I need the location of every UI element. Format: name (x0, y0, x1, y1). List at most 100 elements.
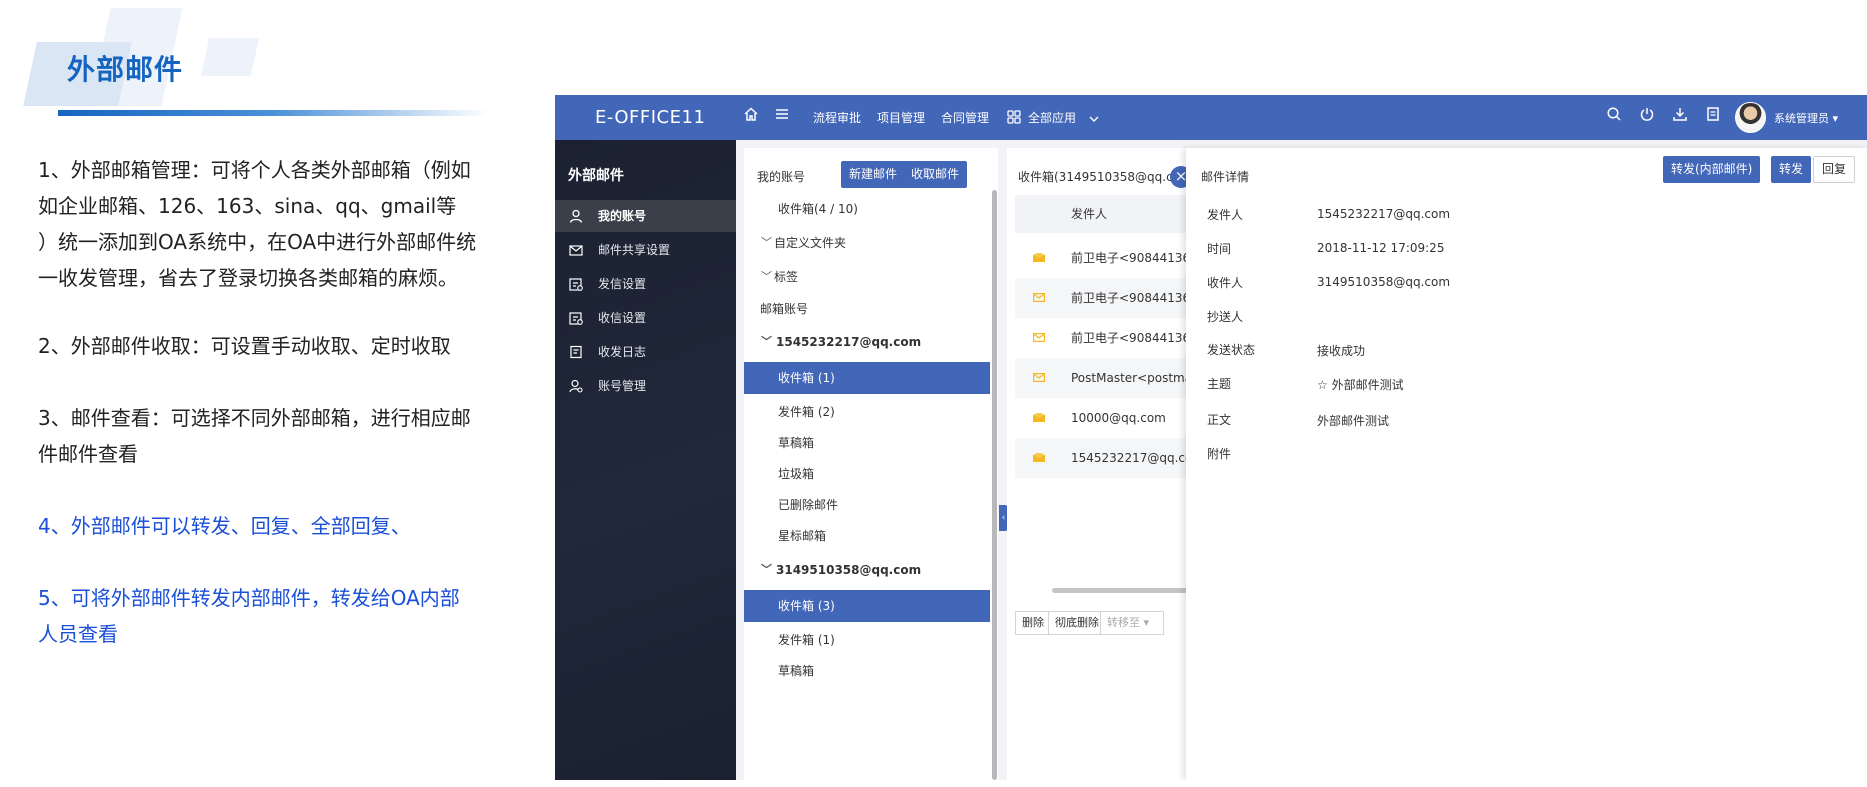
nav-contract[interactable]: 合同管理 (941, 109, 989, 126)
title-decoration (200, 38, 260, 76)
folder-drafts[interactable]: 草稿箱 (744, 652, 990, 690)
list-scrollbar[interactable] (1052, 588, 1207, 593)
sidebar-item-label: 邮件共享设置 (598, 243, 671, 257)
forward-button[interactable]: 转发 (1771, 156, 1812, 183)
purge-button[interactable]: 彻底删除 (1048, 611, 1106, 635)
download-icon[interactable] (1672, 106, 1688, 126)
field-value-sender: 1545232217@qq.com (1317, 207, 1451, 221)
mail-list-panel: 收件箱(3149510358@qq.c × 发件人 前卫电子<90844136.… (1007, 148, 1207, 780)
field-label-body: 正文 (1207, 413, 1232, 427)
field-label-cc: 抄送人 (1207, 310, 1244, 324)
sidebar-item-label: 我的账号 (598, 209, 647, 223)
folder-panel: 我的账号 新建邮件 收取邮件 收件箱(4 / 10) ﹀ 自定义文件夹 ﹀ 标签 邮… (744, 148, 998, 780)
sidebar-item-log[interactable]: 收发日志 (555, 336, 736, 368)
account-manage-icon (569, 379, 583, 393)
field-label-recipient: 收件人 (1207, 276, 1244, 290)
mail-row[interactable]: 前卫电子<90844136. (1015, 278, 1207, 318)
folder-scrollbar[interactable] (992, 190, 997, 780)
paragraph-line: 5、可将外部邮件转发内部邮件，转发给OA内部 (38, 586, 460, 610)
field-value-time: 2018-11-12 17:09:25 (1317, 241, 1445, 255)
apps-grid-icon (1007, 109, 1021, 128)
user-name: 系统管理员 (1774, 112, 1829, 125)
move-to-select[interactable]: 转移至 ▾ (1100, 611, 1164, 635)
chevron-down-icon: ﹀ (761, 335, 772, 348)
mail-list-title: 收件箱(3149510358@qq.c (1018, 170, 1173, 184)
search-icon[interactable] (1606, 106, 1622, 126)
paragraph-5: 5、可将外部邮件转发内部邮件，转发给OA内部 人员查看 (38, 580, 488, 652)
folder-label: 标签 (774, 270, 799, 284)
nav-project[interactable]: 项目管理 (877, 109, 925, 126)
chevron-down-icon: ﹀ (761, 236, 772, 249)
sidebar: 外部邮件 我的账号 邮件共享设置 发信设置 收信设置 收发日志 账号管理 (555, 140, 736, 780)
sidebar-item-label: 账号管理 (598, 379, 647, 393)
field-label-sender: 发件人 (1207, 208, 1244, 222)
sidebar-item-account-manage[interactable]: 账号管理 (555, 370, 736, 402)
fetch-mail-button[interactable]: 收取邮件 (903, 161, 968, 188)
folder-inbox[interactable]: 收件箱 (3) (744, 590, 990, 622)
mail-sender: 前卫电子<90844136. (1071, 291, 1194, 305)
nav-all-apps[interactable]: 全部应用 (1028, 109, 1076, 126)
sidebar-item-receive-settings[interactable]: 收信设置 (555, 302, 736, 334)
mail-row[interactable]: 前卫电子<90844136. (1015, 318, 1207, 358)
sidebar-item-my-account[interactable]: 我的账号 (555, 200, 736, 232)
mail-sender: 前卫电子<90844136. (1071, 251, 1194, 265)
mail-row[interactable]: 10000@qq.com (1015, 398, 1207, 438)
document-icon[interactable] (1705, 106, 1721, 126)
folder-custom[interactable]: ﹀ 自定义文件夹 (744, 224, 990, 262)
field-value-status: 接收成功 (1317, 344, 1366, 358)
sidebar-item-send-settings[interactable]: 发信设置 (555, 268, 736, 300)
folder-inbox[interactable]: 收件箱 (1) (744, 362, 990, 394)
avatar[interactable] (1735, 102, 1766, 133)
account-1[interactable]: ﹀ 1545232217@qq.com (744, 323, 990, 361)
paragraph-1: 1、外部邮箱管理：可将个人各类外部邮箱（例如 如企业邮箱、126、163、sin… (38, 152, 488, 296)
folder-panel-title: 我的账号 (757, 170, 806, 184)
mail-row[interactable]: 前卫电子<90844136. (1015, 238, 1207, 278)
subject-text: 外部邮件测试 (1331, 378, 1404, 392)
nav-workflow[interactable]: 流程审批 (813, 109, 861, 126)
send-settings-icon (569, 278, 583, 291)
mail-row[interactable]: PostMaster<postma. (1015, 358, 1207, 398)
star-icon[interactable]: ☆ (1317, 378, 1328, 392)
title-underline (58, 110, 488, 116)
sidebar-item-label: 收发日志 (598, 345, 647, 359)
reply-button[interactable]: 回复 (1813, 156, 1856, 183)
user-menu[interactable]: 系统管理员 ▾ (1774, 110, 1838, 126)
move-to-label: 转移至 (1107, 616, 1140, 629)
mail-sender: 1545232217@qq.com (1071, 451, 1205, 465)
sidebar-item-mail-share[interactable]: 邮件共享设置 (555, 234, 736, 266)
receive-settings-icon (569, 312, 583, 325)
paragraph-line: 3、邮件查看：可选择不同外部邮箱，进行相应邮 (38, 406, 471, 430)
new-mail-button[interactable]: 新建邮件 (841, 161, 906, 188)
chevron-down-icon: ﹀ (761, 563, 772, 576)
account-2[interactable]: ﹀ 3149510358@qq.com (744, 551, 990, 589)
detail-title: 邮件详情 (1201, 170, 1250, 184)
paragraph-line: 4、外部邮件可以转发、回复、全部回复、 (38, 514, 411, 538)
field-value-subject: ☆ 外部邮件测试 (1317, 376, 1404, 393)
chevron-down-icon (1088, 110, 1100, 129)
user-icon (569, 209, 583, 223)
power-icon[interactable] (1639, 106, 1655, 126)
paragraph-line: 1、外部邮箱管理：可将个人各类外部邮箱（例如 (38, 158, 471, 182)
delete-button[interactable]: 删除 (1015, 611, 1051, 635)
paragraph-line: 人员查看 (38, 622, 118, 646)
paragraph-line: 2、外部邮件收取：可设置手动收取、定时收取 (38, 334, 451, 358)
home-icon[interactable] (743, 106, 759, 126)
folder-inbox-total[interactable]: 收件箱(4 / 10) (744, 190, 990, 228)
sidebar-item-label: 发信设置 (598, 277, 647, 291)
folder-starred[interactable]: 星标邮箱 (744, 517, 990, 555)
slide: 外部邮件 1、外部邮箱管理：可将个人各类外部邮箱（例如 如企业邮箱、126、16… (0, 0, 1867, 787)
account-address: 3149510358@qq.com (776, 563, 922, 577)
sidebar-title: 外部邮件 (568, 168, 624, 184)
paragraph-2: 2、外部邮件收取：可设置手动收取、定时收取 (38, 328, 488, 364)
forward-internal-button[interactable]: 转发(内部邮件) (1663, 156, 1761, 183)
mail-opened-icon (1033, 253, 1045, 262)
mail-unread-icon (1033, 373, 1045, 382)
eoffice-screenshot: E-OFFICE11 流程审批 项目管理 合同管理 全部应用 系统管理员 ▾ 外… (555, 95, 1867, 780)
field-label-attachment: 附件 (1207, 447, 1232, 461)
sidebar-item-label: 收信设置 (598, 311, 647, 325)
brand-logo: E-OFFICE11 (595, 107, 706, 128)
menu-icon[interactable] (774, 106, 790, 126)
mail-row[interactable]: 1545232217@qq.com (1015, 438, 1207, 478)
paragraph-line: 如企业邮箱、126、163、sina、qq、gmail等 (38, 194, 457, 218)
mail-opened-icon (1033, 413, 1045, 422)
